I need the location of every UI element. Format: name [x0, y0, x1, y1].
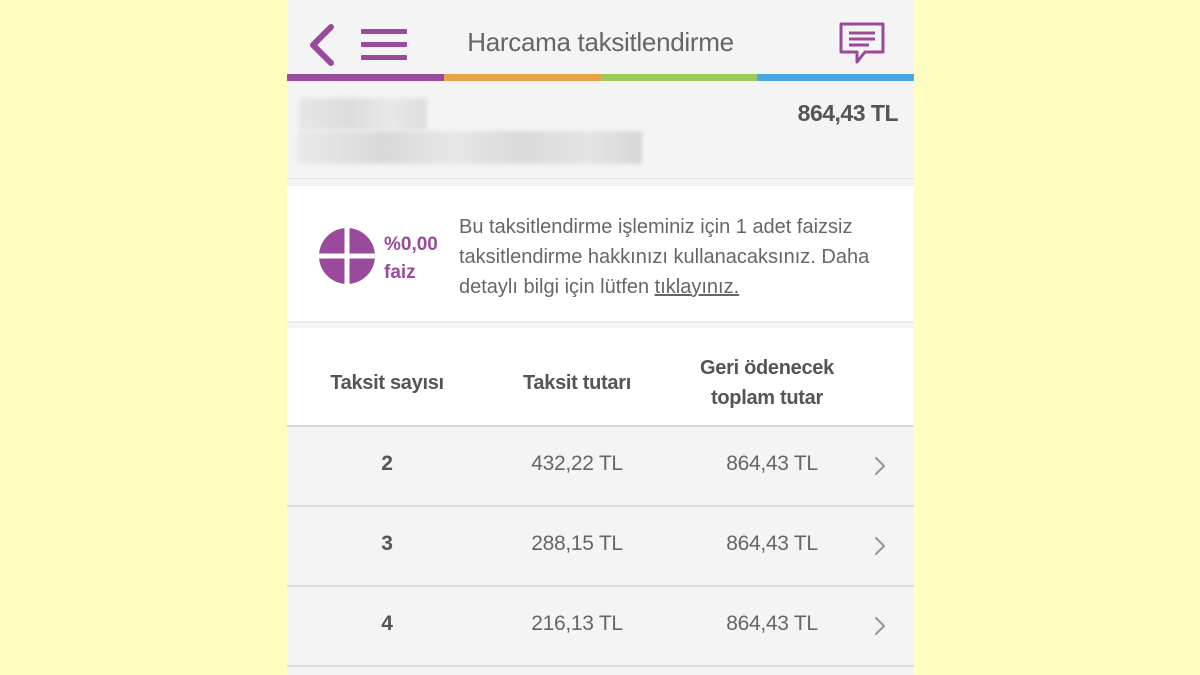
- app-header: Harcama taksitlendirme: [287, 0, 914, 81]
- chat-button[interactable]: [837, 20, 887, 68]
- column-header-installment: Taksit tutarı: [523, 372, 631, 394]
- total-amount: 864,43 TL: [726, 452, 818, 475]
- total-amount: 864,43 TL: [726, 612, 818, 635]
- column-header-total-line1: Geri ödenecek: [700, 357, 834, 379]
- color-stripe-bar: [287, 74, 914, 81]
- installment-count: 3: [381, 532, 393, 555]
- spending-amount: 864,43 TL: [797, 100, 899, 126]
- chevron-right-icon: [874, 616, 886, 636]
- table-row[interactable]: 2 432,22 TL 864,43 TL: [287, 427, 914, 507]
- menu-button[interactable]: [359, 28, 409, 62]
- installment-amount: 432,22 TL: [531, 452, 623, 475]
- column-header-total: Geri ödenecek toplam tutar: [677, 353, 857, 413]
- chat-message-icon: [839, 22, 885, 64]
- interest-rate: %0,00 faiz: [384, 231, 438, 287]
- stripe-1: [287, 74, 444, 81]
- installment-count: 2: [381, 452, 393, 475]
- installment-count: 4: [381, 612, 393, 635]
- hamburger-menu-icon-bar: [361, 55, 407, 60]
- hamburger-menu-icon: [361, 29, 407, 34]
- table-row[interactable]: 3 288,15 TL 864,43 TL: [287, 507, 914, 587]
- stripe-2: [443, 74, 601, 81]
- column-header-count: Taksit sayısı: [330, 372, 444, 394]
- interest-rate-value: %0,00: [384, 234, 438, 255]
- redacted-card-name: [299, 98, 427, 130]
- column-header-total-line2: toplam tutar: [711, 387, 823, 409]
- stripe-3: [600, 74, 758, 81]
- table-row[interactable]: 4 216,13 TL 864,43 TL: [287, 587, 914, 667]
- info-description: Bu taksitlendirme işleminiz için 1 adet …: [459, 212, 879, 302]
- interest-rate-label: faiz: [384, 262, 416, 283]
- back-button[interactable]: [305, 24, 339, 66]
- pie-quarters-icon: [319, 228, 375, 284]
- page-title: Harcama taksitlendirme: [467, 27, 734, 57]
- hamburger-menu-icon-bar: [361, 42, 407, 47]
- installment-amount: 288,15 TL: [531, 532, 623, 555]
- details-link[interactable]: tıklayınız.: [655, 276, 739, 298]
- total-amount: 864,43 TL: [726, 532, 818, 555]
- installment-table: Taksit sayısı Taksit tutarı Geri ödenece…: [287, 328, 914, 667]
- chevron-right-icon: [874, 536, 886, 556]
- chevron-left-icon: [310, 24, 334, 66]
- app-screen: Harcama taksitlendirme 864,43 TL %0,00 f…: [287, 0, 914, 675]
- chevron-right-icon: [874, 456, 886, 476]
- table-header: Taksit sayısı Taksit tutarı Geri ödenece…: [287, 328, 914, 427]
- stripe-4: [757, 74, 914, 81]
- account-summary: 864,43 TL: [287, 81, 914, 179]
- redacted-card-number: [297, 131, 642, 164]
- installment-amount: 216,13 TL: [531, 612, 623, 635]
- interest-info-card: %0,00 faiz Bu taksitlendirme işleminiz i…: [287, 186, 914, 321]
